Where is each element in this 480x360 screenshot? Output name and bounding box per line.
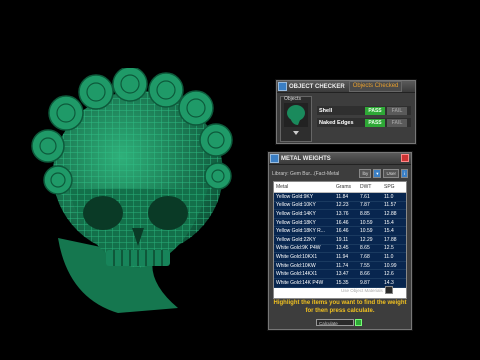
metal-weights-titlebar[interactable]: METAL WEIGHTS [269, 153, 411, 165]
spg-cell: 11.57 [382, 201, 406, 211]
dwt-cell: 7.55 [358, 261, 382, 271]
table-row[interactable]: Yellow Gold:9KY 11.84 7.61 11.0 [274, 192, 406, 202]
metal-cell: Yellow Gold:9KY [274, 192, 334, 202]
metal-cell: White Gold:14KX1 [274, 269, 334, 279]
col-spg[interactable]: SPG [382, 182, 406, 193]
grams-cell: 11.94 [334, 252, 358, 262]
table-row[interactable]: White Gold:10KW 11.74 7.55 10.99 [274, 261, 406, 271]
col-grams[interactable]: Grams [334, 182, 358, 193]
metal-weights-icon [270, 154, 279, 163]
object-checker-titlebar[interactable]: OBJECT CHECKER Objects Checked [277, 81, 415, 93]
use-object-materials-label: Use Object Materials [341, 287, 383, 293]
grams-cell: 11.84 [334, 192, 358, 202]
table-row[interactable]: Yellow Gold:18KY 16.46 10.59 15.4 [274, 218, 406, 228]
dwt-cell: 10.59 [358, 226, 382, 236]
object-checker-icon [278, 82, 287, 91]
use-object-materials-checkbox[interactable] [384, 286, 393, 294]
col-dwt[interactable]: DWT [358, 182, 382, 193]
fail-badge: FAIL [387, 118, 407, 127]
metal-cell: Yellow Gold:22KY [274, 235, 334, 245]
spg-cell: 12.6 [382, 269, 406, 279]
metal-weights-panel[interactable]: METAL WEIGHTS Library: Gem Bur...(Fact-M… [268, 152, 412, 330]
grams-cell: 12.23 [334, 201, 358, 211]
spg-cell: 15.4 [382, 218, 406, 228]
spg-cell: 12.5 [382, 244, 406, 254]
grams-cell: 19.11 [334, 235, 358, 245]
table-row[interactable]: White Gold:14KX1 13.47 8.66 12.6 [274, 269, 406, 279]
table-row[interactable]: Yellow Gold:18KY R... 16.46 10.59 15.4 [274, 226, 406, 236]
table-header: Metal Grams DWT SPG [274, 182, 406, 193]
pass-badge: PASS [365, 118, 385, 127]
grams-cell: 13.76 [334, 209, 358, 219]
check-row-shell: Shell PASS FAIL [317, 106, 411, 115]
metal-cell: Yellow Gold:18KY [274, 218, 334, 228]
info-icon[interactable]: i [401, 169, 408, 178]
library-label: Library: Gem Bur...(Fact-Metal [272, 170, 340, 177]
metal-cell: White Gold:14K P4W [274, 278, 334, 288]
spg-cell: 12.88 [382, 209, 406, 219]
metal-cell: White Gold:10KX1 [274, 252, 334, 262]
dropdown-arrow-icon[interactable] [293, 131, 299, 135]
table-row[interactable]: Yellow Gold:14KY 13.76 8.85 12.88 [274, 209, 406, 219]
calculate-go-button[interactable] [355, 319, 362, 326]
fail-badge: FAIL [387, 106, 407, 115]
dwt-cell: 10.59 [358, 218, 382, 228]
metal-cell: Yellow Gold:14KY [274, 209, 334, 219]
object-thumbnail[interactable] [284, 103, 308, 127]
dwt-cell: 12.29 [358, 235, 382, 245]
col-metal[interactable]: Metal [274, 182, 334, 193]
spg-cell: 10.99 [382, 261, 406, 271]
user-button[interactable]: User [383, 169, 399, 178]
metal-cell: White Gold:10KW [274, 261, 334, 271]
object-checker-title: OBJECT CHECKER [289, 83, 345, 90]
dwt-cell: 7.87 [358, 201, 382, 211]
dwt-cell: 8.85 [358, 209, 382, 219]
table-row[interactable]: White Gold:10KX1 11.94 7.68 11.0 [274, 252, 406, 262]
check-row-naked-edges: Naked Edges PASS FAIL [317, 118, 411, 127]
metals-table[interactable]: Metal Grams DWT SPG Yellow Gold:9KY 11.84… [273, 181, 407, 299]
library-row: Library: Gem Bur...(Fact-Metal lby ▾ Use… [272, 169, 408, 178]
lby-button[interactable]: lby [359, 169, 372, 178]
table-row[interactable]: White Gold:9K P4W 13.45 8.65 12.5 [274, 244, 406, 254]
check-name: Shell [319, 107, 333, 114]
metal-cell: Yellow Gold:10KY [274, 201, 334, 211]
skull-model[interactable] [28, 68, 238, 318]
spg-cell: 11.0 [382, 252, 406, 262]
settings-icon[interactable]: ▾ [373, 169, 382, 178]
skull-thumbnail-icon [287, 105, 305, 125]
metal-cell: Yellow Gold:18KY R... [274, 226, 334, 236]
spg-cell: 17.88 [382, 235, 406, 245]
table-row[interactable]: Yellow Gold:22KY 19.11 12.29 17.88 [274, 235, 406, 245]
dwt-cell: 8.65 [358, 244, 382, 254]
grams-cell: 13.45 [334, 244, 358, 254]
close-icon[interactable] [401, 154, 409, 162]
dwt-cell: 8.66 [358, 269, 382, 279]
grams-cell: 16.46 [334, 226, 358, 236]
spg-cell: 11.0 [382, 192, 406, 202]
objects-label: Objects [284, 96, 301, 102]
metal-cell: White Gold:9K P4W [274, 244, 334, 254]
dwt-cell: 7.68 [358, 252, 382, 262]
pass-badge: PASS [365, 106, 385, 115]
check-name: Naked Edges [319, 119, 354, 126]
tab-objects-checked[interactable]: Objects Checked [348, 81, 403, 92]
dwt-cell: 7.61 [358, 192, 382, 202]
metal-weights-title: METAL WEIGHTS [281, 155, 331, 162]
instruction-text: Highlight the items you want to find the… [273, 300, 407, 314]
table-row[interactable]: Yellow Gold:10KY 12.23 7.87 11.57 [274, 201, 406, 211]
object-checker-panel[interactable]: OBJECT CHECKER Objects Checked Objects S… [276, 80, 416, 144]
use-object-materials-option[interactable]: Use Object Materials [341, 286, 393, 294]
objects-group: Objects [280, 96, 312, 142]
grams-cell: 13.47 [334, 269, 358, 279]
spg-cell: 15.4 [382, 226, 406, 236]
calculate-select[interactable]: Calculate [316, 319, 354, 326]
grams-cell: 16.46 [334, 218, 358, 228]
grams-cell: 11.74 [334, 261, 358, 271]
